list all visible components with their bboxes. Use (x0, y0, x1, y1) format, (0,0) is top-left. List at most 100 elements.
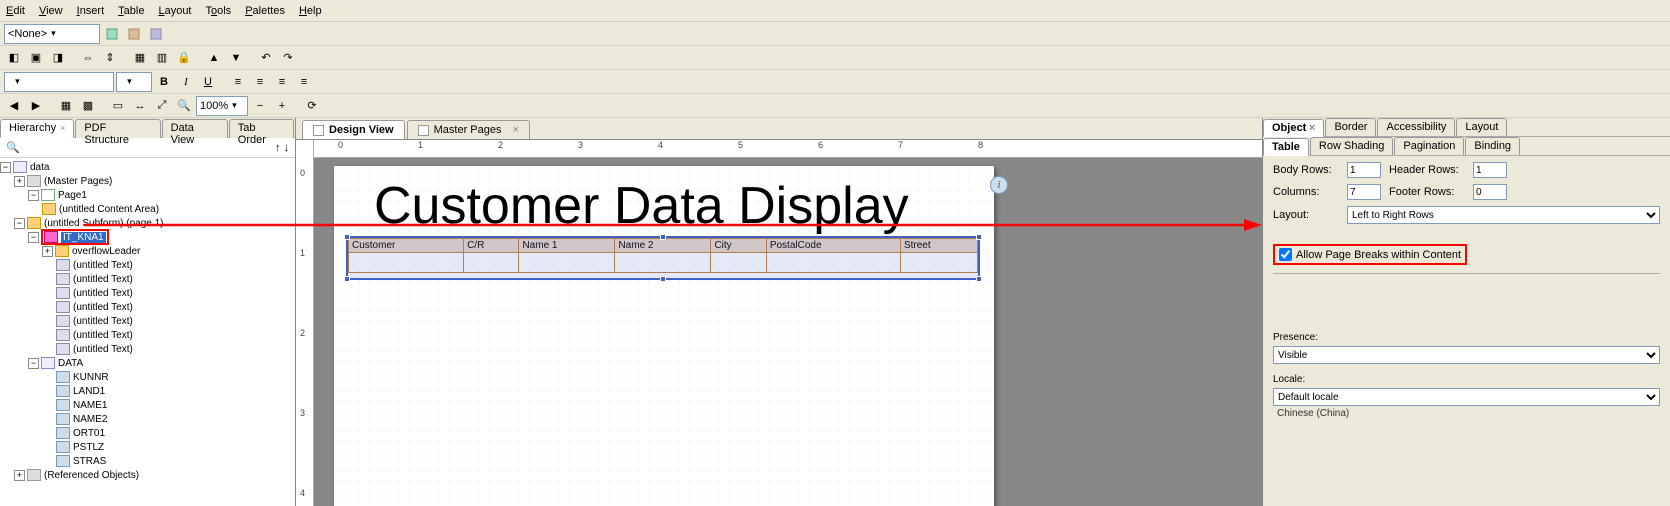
tree-text-3[interactable]: (untitled Text) (0, 286, 295, 300)
tree-text-7[interactable]: (untitled Text) (0, 342, 295, 356)
grid-icon[interactable]: ▦ (56, 96, 76, 116)
menu-palettes[interactable]: Palettes (245, 5, 285, 17)
tree-untitled-subform[interactable]: −(untitled Subform) (page 1) (0, 216, 295, 230)
nav-forward-icon[interactable]: ▶ (26, 96, 46, 116)
font-size-dropdown[interactable]: ▾ (116, 72, 152, 92)
table-object[interactable]: Customer C/R Name 1 Name 2 City PostalCo… (348, 238, 978, 273)
menu-edit[interactable]: Edit (6, 5, 25, 17)
text-align-justify-icon[interactable]: ≡ (294, 72, 314, 92)
footer-rows-input[interactable] (1473, 184, 1507, 200)
menu-table[interactable]: Table (118, 5, 144, 17)
text-align-left-icon[interactable]: ≡ (228, 72, 248, 92)
font-family-dropdown[interactable]: ▾ (4, 72, 114, 92)
italic-button[interactable]: I (176, 72, 196, 92)
underline-button[interactable]: U (198, 72, 218, 92)
move-down-icon[interactable]: ↓ (284, 142, 290, 154)
tree-field-name1[interactable]: NAME1 (0, 398, 295, 412)
presence-select[interactable]: Visible (1273, 346, 1660, 364)
tab-tab-order[interactable]: Tab Order (229, 119, 294, 138)
body-rows-input[interactable] (1347, 162, 1381, 178)
tab-design-view[interactable]: Design View (302, 120, 405, 139)
tree-overflow-leader[interactable]: +overflowLeader (0, 244, 295, 258)
col-customer[interactable]: Customer (349, 239, 464, 253)
subtab-row-shading[interactable]: Row Shading (1310, 137, 1393, 155)
page-icon[interactable]: ▭ (108, 96, 128, 116)
tab-pdf-structure[interactable]: PDF Structure (75, 119, 160, 138)
snap-icon[interactable]: ▩ (78, 96, 98, 116)
nav-back-icon[interactable]: ◀ (4, 96, 24, 116)
align-left-icon[interactable]: ◧ (4, 48, 24, 68)
zoom-dropdown[interactable]: 100%▾ (196, 96, 248, 116)
distribute-h-icon[interactable]: ⇔ (78, 48, 98, 68)
tree-text-2[interactable]: (untitled Text) (0, 272, 295, 286)
info-icon[interactable]: i (990, 176, 1008, 194)
subtab-pagination[interactable]: Pagination (1394, 137, 1464, 155)
tree-root[interactable]: −data (0, 160, 295, 174)
tree-text-1[interactable]: (untitled Text) (0, 258, 295, 272)
tree-field-ort01[interactable]: ORT01 (0, 426, 295, 440)
tree-field-land1[interactable]: LAND1 (0, 384, 295, 398)
tree-text-4[interactable]: (untitled Text) (0, 300, 295, 314)
col-cr[interactable]: C/R (464, 239, 519, 253)
move-up-icon[interactable]: ↑ (275, 142, 281, 154)
canvas-viewport[interactable]: i Customer Data Display Customer C/R Nam… (314, 158, 1262, 506)
form-title-text[interactable]: Customer Data Display (374, 176, 909, 236)
bring-front-icon[interactable]: ▲ (204, 48, 224, 68)
send-back-icon[interactable]: ▼ (226, 48, 246, 68)
tab-accessibility[interactable]: Accessibility (1377, 118, 1455, 136)
zoom-in-icon[interactable]: + (272, 96, 292, 116)
toolbar-btn-c[interactable] (146, 24, 166, 44)
close-icon[interactable]: × (1309, 122, 1315, 134)
menu-help[interactable]: Help (299, 5, 322, 17)
ungroup-icon[interactable]: ▥ (152, 48, 172, 68)
rotate-left-icon[interactable]: ↶ (256, 48, 276, 68)
search-icon[interactable]: 🔍 (6, 141, 20, 154)
col-postal[interactable]: PostalCode (766, 239, 900, 253)
tree-field-name2[interactable]: NAME2 (0, 412, 295, 426)
toolbar-btn-b[interactable] (124, 24, 144, 44)
group-icon[interactable]: ▦ (130, 48, 150, 68)
distribute-v-icon[interactable]: ⇕ (100, 48, 120, 68)
header-rows-input[interactable] (1473, 162, 1507, 178)
close-icon[interactable]: × (60, 123, 65, 133)
tree-selected-node[interactable]: − IT_KNA1 (0, 230, 295, 244)
tree-content-area[interactable]: (untitled Content Area) (0, 202, 295, 216)
close-icon[interactable]: × (512, 124, 518, 136)
align-right-icon[interactable]: ◨ (48, 48, 68, 68)
columns-input[interactable] (1347, 184, 1381, 200)
tab-border[interactable]: Border (1325, 118, 1376, 136)
hierarchy-tree[interactable]: −data +(Master Pages) −Page1 (untitled C… (0, 158, 295, 506)
tab-object[interactable]: Object × (1263, 119, 1324, 137)
tree-page1[interactable]: −Page1 (0, 188, 295, 202)
tree-data-node[interactable]: −DATA (0, 356, 295, 370)
menu-insert[interactable]: Insert (77, 5, 105, 17)
refresh-icon[interactable]: ⟳ (302, 96, 322, 116)
zoom-out-icon[interactable]: − (250, 96, 270, 116)
form-page[interactable]: i Customer Data Display Customer C/R Nam… (334, 166, 994, 506)
tab-hierarchy[interactable]: Hierarchy× (0, 119, 74, 138)
toolbar-btn-a[interactable] (102, 24, 122, 44)
col-street[interactable]: Street (900, 239, 977, 253)
menu-view[interactable]: View (39, 5, 63, 17)
tree-field-kunnr[interactable]: KUNNR (0, 370, 295, 384)
fit-width-icon[interactable]: ↔ (130, 96, 150, 116)
text-align-right-icon[interactable]: ≡ (272, 72, 292, 92)
col-name1[interactable]: Name 1 (519, 239, 615, 253)
rotate-right-icon[interactable]: ↷ (278, 48, 298, 68)
tree-referenced[interactable]: +(Referenced Objects) (0, 468, 295, 482)
text-align-center-icon[interactable]: ≡ (250, 72, 270, 92)
col-name2[interactable]: Name 2 (615, 239, 711, 253)
subtab-binding[interactable]: Binding (1465, 137, 1520, 155)
tree-text-5[interactable]: (untitled Text) (0, 314, 295, 328)
menu-tools[interactable]: Tools (206, 5, 232, 17)
fit-page-icon[interactable]: ⤢ (152, 96, 172, 116)
col-city[interactable]: City (711, 239, 766, 253)
menu-layout[interactable]: Layout (158, 5, 191, 17)
zoom-tool-icon[interactable]: 🔍 (174, 96, 194, 116)
bold-button[interactable]: B (154, 72, 174, 92)
paragraph-style-dropdown[interactable]: <None> ▾ (4, 24, 100, 44)
tree-text-6[interactable]: (untitled Text) (0, 328, 295, 342)
tab-data-view[interactable]: Data View (162, 119, 228, 138)
layout-select[interactable]: Left to Right Rows (1347, 206, 1660, 224)
allow-page-breaks-checkbox[interactable] (1279, 248, 1292, 261)
